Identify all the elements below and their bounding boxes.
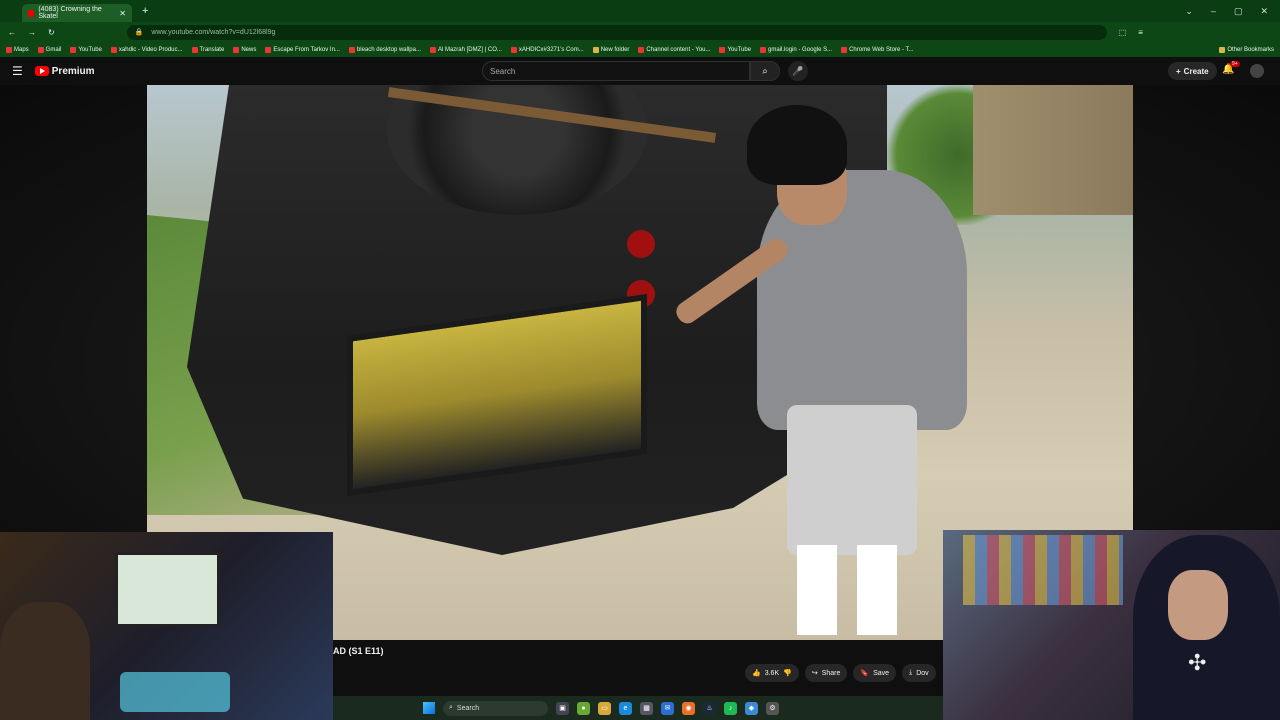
other-bookmarks[interactable]: Other Bookmarks bbox=[1219, 46, 1280, 53]
extensions-icon[interactable]: ⬚ bbox=[1119, 28, 1127, 37]
window-controls: ⌄ – ▢ ✕ bbox=[1185, 6, 1280, 17]
create-label: Create bbox=[1183, 66, 1209, 76]
tab-search-button[interactable]: ⌄ bbox=[1185, 6, 1193, 17]
store-icon[interactable]: ▦ bbox=[640, 701, 653, 715]
video-scene-person-cap bbox=[747, 105, 847, 185]
taskbar-search-label: Search bbox=[456, 704, 480, 712]
url-text: www.youtube.com/watch?v=dU12l68l9g bbox=[151, 28, 276, 36]
bookmarks-bar: Maps Gmail YouTube xahdic - Video Produc… bbox=[0, 42, 1280, 57]
close-window-button[interactable]: ✕ bbox=[1260, 6, 1268, 17]
youtube-header: ☰ Premium Search ⌕ 🎤 + Create 🔔 9+ bbox=[0, 57, 1280, 85]
windows-taskbar: ⌕ Search ▣ ● ▭ e ▦ ✉ ◉ ♨ ♪ ◆ ⚙ bbox=[333, 696, 943, 720]
webcam-scene-shelf bbox=[963, 535, 1123, 605]
bookmark-item[interactable]: YouTube bbox=[70, 46, 102, 53]
bookmark-item[interactable]: xAHDICx#3271's Com... bbox=[510, 46, 584, 53]
webcam-scene-monitor bbox=[115, 552, 220, 627]
browser-tab[interactable]: (4083) Crowning the Skatel ✕ bbox=[22, 4, 132, 22]
notification-badge: 9+ bbox=[1230, 61, 1240, 67]
logo-text: Premium bbox=[51, 65, 95, 77]
download-label: Dov bbox=[916, 669, 929, 677]
forward-icon[interactable]: → bbox=[28, 28, 36, 37]
browser-menu-icon[interactable]: ≡ bbox=[1138, 28, 1143, 37]
lock-icon: 🔒 bbox=[134, 29, 144, 36]
youtube-logo[interactable]: Premium bbox=[34, 65, 95, 77]
windows-icon[interactable] bbox=[423, 702, 435, 714]
youtube-play-icon bbox=[34, 66, 49, 76]
search-placeholder: Search bbox=[490, 66, 516, 76]
bookmark-item[interactable]: Escape From Tarkov In... bbox=[265, 46, 340, 53]
app-icon[interactable]: ● bbox=[577, 701, 590, 715]
bookmark-item[interactable]: Channel content - You... bbox=[638, 46, 710, 53]
mail-icon[interactable]: ✉ bbox=[661, 701, 674, 715]
video-title: AD (S1 E11) bbox=[333, 646, 384, 656]
bookmark-item[interactable]: Chrome Web Store - T... bbox=[841, 46, 914, 53]
minimize-button[interactable]: – bbox=[1211, 6, 1216, 17]
bookmark-item[interactable]: YouTube bbox=[719, 46, 751, 53]
video-scene-person-legs bbox=[797, 545, 897, 635]
video-scene-fence bbox=[973, 85, 1133, 215]
bookmark-item[interactable]: Al Mazrah [DMZ] | CO... bbox=[429, 46, 502, 53]
share-label: Share bbox=[821, 669, 841, 677]
save-button[interactable]: 🔖 Save bbox=[853, 664, 897, 682]
settings-icon[interactable]: ⚙ bbox=[766, 701, 779, 715]
reload-icon[interactable]: ↻ bbox=[48, 28, 55, 37]
webcam-overlay-left bbox=[0, 532, 333, 720]
download-button[interactable]: ⤓ Dov bbox=[902, 664, 936, 682]
video-scene-person-shorts bbox=[787, 405, 917, 555]
bookmark-item[interactable]: News bbox=[233, 46, 256, 53]
youtube-favicon-icon bbox=[28, 9, 35, 17]
spotify-icon[interactable]: ♪ bbox=[724, 701, 737, 715]
taskbar-search[interactable]: ⌕ Search bbox=[443, 700, 548, 716]
new-tab-button[interactable]: + bbox=[142, 5, 148, 17]
download-icon: ⤓ bbox=[909, 669, 913, 676]
search-input[interactable]: Search bbox=[482, 61, 750, 81]
tab-title: (4083) Crowning the Skatel bbox=[38, 6, 102, 20]
bookmark-item[interactable]: Translate bbox=[191, 46, 224, 53]
webcam-scene-face bbox=[1168, 570, 1228, 640]
bookmark-item[interactable]: gmail.login - Google S... bbox=[760, 46, 832, 53]
create-button[interactable]: + Create bbox=[1168, 62, 1217, 80]
bookmark-item[interactable]: Maps bbox=[6, 46, 29, 53]
firefox-icon[interactable]: ◉ bbox=[682, 701, 695, 715]
steam-icon[interactable]: ♨ bbox=[703, 701, 716, 715]
url-field[interactable]: 🔒 www.youtube.com/watch?v=dU12l68l9g bbox=[126, 24, 1107, 40]
video-scene-taillight bbox=[627, 230, 655, 258]
app-icon[interactable]: ◆ bbox=[745, 701, 758, 715]
task-view-icon[interactable]: ▣ bbox=[556, 701, 569, 715]
menu-icon[interactable]: ☰ bbox=[12, 64, 23, 78]
save-label: Save bbox=[873, 669, 890, 677]
tab-close-icon[interactable]: ✕ bbox=[119, 9, 126, 18]
search-icon[interactable]: ⌕ bbox=[750, 61, 780, 81]
share-icon: ↪ bbox=[811, 670, 818, 677]
bookmark-folder[interactable]: New folder bbox=[592, 46, 629, 53]
save-icon: 🔖 bbox=[860, 670, 870, 677]
bookmark-item[interactable]: Gmail bbox=[37, 46, 61, 53]
thumb-down-icon[interactable]: 👎 bbox=[783, 669, 792, 677]
webcam-overlay-right: ✣ bbox=[943, 530, 1280, 720]
mic-icon[interactable]: 🎤 bbox=[788, 61, 808, 81]
share-button[interactable]: ↪ Share bbox=[804, 664, 848, 682]
webcam-scene-person bbox=[0, 602, 90, 720]
plus-icon: + bbox=[1176, 66, 1181, 76]
search-icon: ⌕ bbox=[449, 704, 453, 711]
video-actions: 👍 3.6K 👎 ↪ Share 🔖 Save ⤓ Dov bbox=[745, 664, 936, 682]
like-button[interactable]: 👍 3.6K 👎 bbox=[745, 664, 799, 682]
avatar[interactable] bbox=[1250, 64, 1264, 78]
edge-icon[interactable]: e bbox=[619, 701, 632, 715]
hoodie-logo-icon: ✣ bbox=[1188, 650, 1207, 675]
webcam-scene-desk-light bbox=[120, 672, 230, 712]
bookmark-item[interactable]: bleach desktop wallpa... bbox=[348, 46, 421, 53]
browser-titlebar: (4083) Crowning the Skatel ✕ + ⌄ – ▢ ✕ bbox=[0, 0, 1280, 22]
thumb-up-icon: 👍 bbox=[752, 670, 761, 677]
folder-icon[interactable]: ▭ bbox=[598, 701, 611, 715]
like-count: 3.6K bbox=[764, 669, 780, 677]
back-icon[interactable]: ← bbox=[8, 28, 16, 37]
bookmark-item[interactable]: xahdic - Video Produc... bbox=[110, 46, 183, 53]
address-toolbar: ← → ↻ 🔒 www.youtube.com/watch?v=dU12l68l… bbox=[0, 22, 1280, 42]
maximize-button[interactable]: ▢ bbox=[1234, 6, 1243, 17]
